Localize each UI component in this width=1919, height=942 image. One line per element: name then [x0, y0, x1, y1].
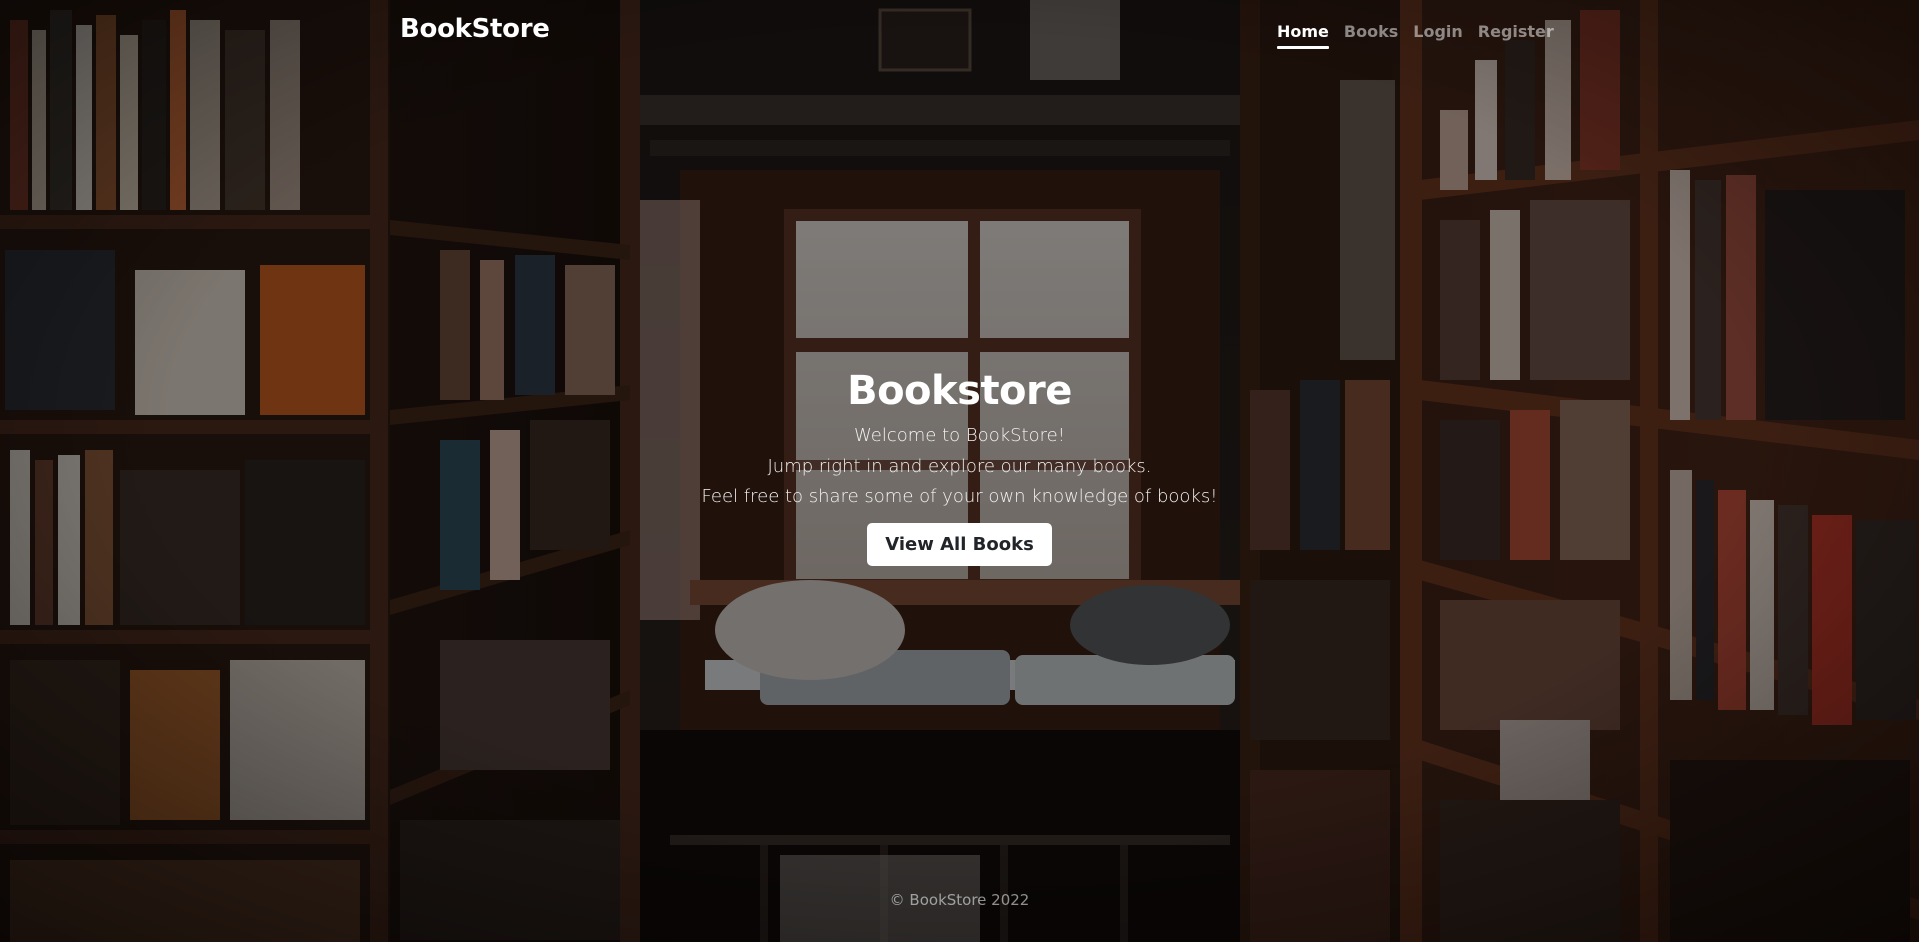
hero-title: Bookstore [847, 368, 1072, 414]
nav-books-link[interactable]: Books [1344, 22, 1406, 49]
hero-line-welcome: Welcome to BookStore! [854, 425, 1065, 446]
hero-section: Bookstore Welcome to BookStore! Jump rig… [0, 365, 1919, 566]
hero-text: Welcome to BookStore! Jump right in and … [0, 421, 1919, 513]
main-nav: Home Books Login Register [1277, 22, 1569, 49]
page: BookStore Home Books Login Register Book… [0, 0, 1919, 942]
view-all-books-button[interactable]: View All Books [867, 522, 1052, 566]
nav-register-link[interactable]: Register [1478, 22, 1562, 49]
hero-line-explore: Jump right in and explore our many books… [767, 455, 1152, 477]
nav-home-link[interactable]: Home [1277, 22, 1337, 49]
brand-logo-link[interactable]: BookStore [400, 14, 550, 44]
hero-line-share: Feel free to share some of your own know… [701, 486, 1218, 507]
footer-copyright: © BookStore 2022 [889, 891, 1030, 909]
nav-login-link[interactable]: Login [1413, 22, 1471, 49]
